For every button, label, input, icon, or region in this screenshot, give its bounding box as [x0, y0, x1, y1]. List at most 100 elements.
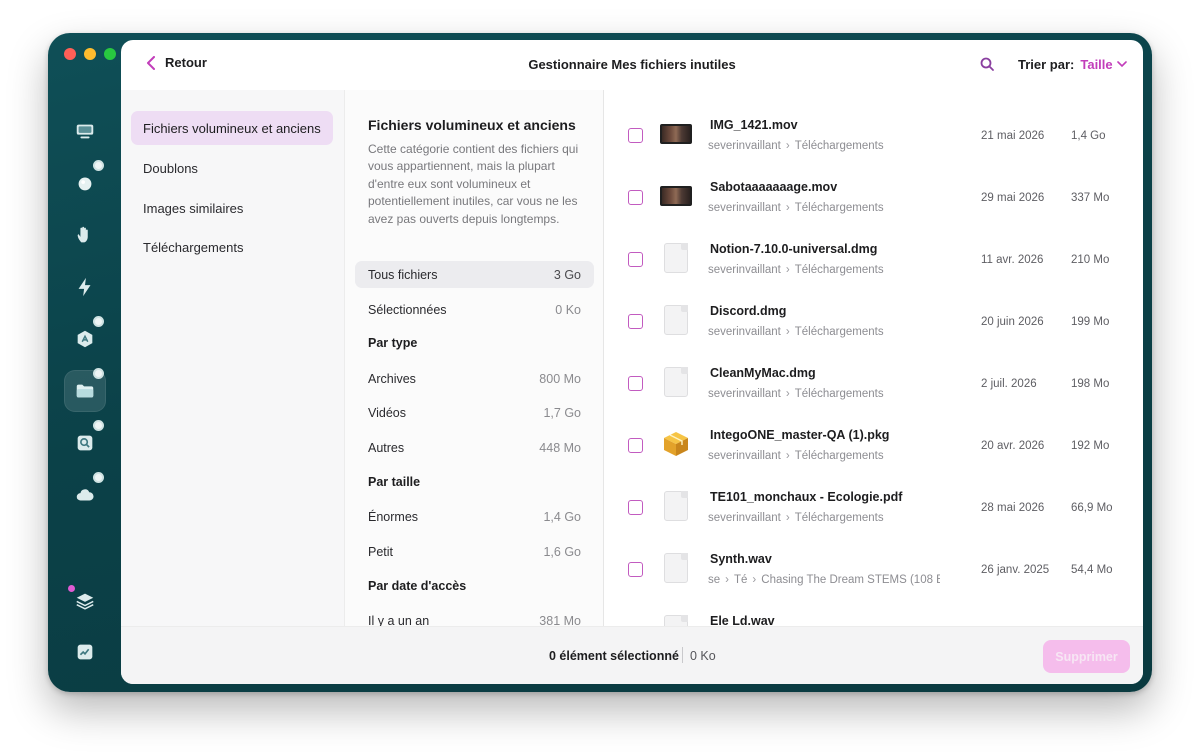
delete-button[interactable]: Supprimer [1043, 640, 1130, 673]
filter-heading-access: Par date d'accès [368, 579, 467, 593]
filter-heading-type: Par type [368, 336, 418, 350]
file-list: IMG_1421.mov severinvaillant › Téléchargem… [605, 90, 1143, 626]
disk-image-icon [659, 241, 693, 275]
package-icon [659, 427, 693, 461]
filter-selected[interactable]: Sélectionnées 0 Ko [355, 296, 594, 323]
file-folder: Téléchargements [794, 388, 884, 400]
file-row[interactable]: Discord.dmg severinvaillant › Téléchargeme… [605, 276, 1143, 338]
file-size: 337 Mo [1071, 192, 1110, 204]
file-checkbox[interactable] [628, 252, 643, 267]
filter-all-files[interactable]: Tous fichiers 3 Go [355, 261, 594, 288]
audio-file-icon [659, 551, 693, 585]
category-label: Fichiers volumineux et anciens [143, 120, 321, 136]
file-folder: Té [734, 574, 748, 586]
filter-value: 1,7 Go [543, 405, 581, 420]
file-date: 20 juin 2026 [981, 316, 1044, 328]
bubble-icon [78, 177, 92, 191]
app-store-icon [77, 330, 93, 348]
file-path: severinvaillant › Téléchargements [708, 140, 884, 152]
nav-cleanup[interactable] [64, 160, 106, 204]
sort-control[interactable]: Trier par: Taille [1018, 57, 1127, 72]
category-duplicates[interactable]: Doublons [131, 151, 333, 185]
category-large-old-files[interactable]: Fichiers volumineux et anciens [131, 111, 333, 145]
file-checkbox[interactable] [628, 128, 643, 143]
nav-smart-care[interactable] [64, 110, 106, 152]
sort-label: Trier par: [1018, 57, 1075, 72]
file-row[interactable]: Notion-7.10.0-universal.dmg severinvaill… [605, 214, 1143, 276]
monitor-icon [76, 124, 94, 139]
file-checkbox[interactable] [628, 438, 643, 453]
filter-small[interactable]: Petit 1,6 Go [355, 538, 594, 565]
filter-value: 3 Go [553, 267, 581, 282]
file-checkbox[interactable] [628, 190, 643, 205]
file-user: severinvaillant [708, 450, 781, 462]
filter-videos[interactable]: Vidéos 1,7 Go [355, 399, 594, 426]
filter-huge[interactable]: Énormes 1,4 Go [355, 503, 594, 530]
nav-protection[interactable] [64, 214, 106, 256]
file-row[interactable]: Synth.wav se › Té › Chasing The Dream STEMS … [605, 524, 1143, 586]
file-checkbox[interactable] [628, 314, 643, 329]
nav-menu-app[interactable] [64, 631, 106, 673]
file-path: severinvaillant › Téléchargements [708, 450, 884, 462]
file-path: severinvaillant › Téléchargements [708, 326, 884, 338]
main-panel: Retour Gestionnaire Mes fichiers inutile… [121, 40, 1143, 684]
file-folder: Téléchargements [794, 202, 884, 214]
filter-others[interactable]: Autres 448 Mo [355, 434, 594, 461]
file-size: 66,9 Mo [1071, 502, 1113, 514]
disk-image-icon [659, 365, 693, 399]
file-row[interactable]: CleanMyMac.dmg severinvaillant › Télécharg… [605, 338, 1143, 400]
category-label: Doublons [143, 160, 198, 176]
file-name: Discord.dmg [710, 304, 787, 318]
disk-image-icon [659, 303, 693, 337]
file-row[interactable]: Ele Ld.wav [605, 586, 1143, 626]
audio-file-icon [659, 613, 693, 626]
category-downloads[interactable]: Téléchargements [131, 230, 333, 264]
nav-assistant[interactable] [64, 580, 106, 622]
file-checkbox[interactable] [628, 376, 643, 391]
file-name: Sabotaaaaaaage.mov [710, 180, 838, 194]
file-size: 199 Mo [1071, 316, 1110, 328]
file-path: severinvaillant › Téléchargements [708, 202, 884, 214]
magnifier-disk-icon [77, 435, 93, 451]
file-name: CleanMyMac.dmg [710, 366, 816, 380]
file-name: Notion-7.10.0-universal.dmg [710, 242, 878, 256]
file-row[interactable]: IntegoONE_master-QA (1).pkg severinvaill… [605, 400, 1143, 462]
file-path: severinvaillant › Téléchargements [708, 264, 884, 276]
selection-bar: 0 élément sélectionné 0 Ko Supprimer [121, 626, 1143, 684]
file-row[interactable]: Sabotaaaaaaage.mov severinvaillant › Téléc… [605, 152, 1143, 214]
file-user: se [708, 574, 721, 586]
filter-one-year-ago[interactable]: Il y a un an 381 Mo [355, 607, 594, 627]
file-checkbox[interactable] [628, 562, 643, 577]
file-name: TE101_monchaux - Ecologie.pdf [710, 490, 903, 504]
folder-icon [76, 384, 94, 398]
nav-my-clutter[interactable] [64, 368, 106, 412]
file-checkbox[interactable] [628, 500, 643, 515]
nav-applications-badge [93, 316, 104, 327]
file-row[interactable]: TE101_monchaux - Ecologie.pdf severinvai… [605, 462, 1143, 524]
filter-value: 1,4 Go [543, 509, 581, 524]
nav-cloud-cleanup[interactable] [64, 472, 106, 516]
file-subfolder: Chasing The Dream STEMS (108 B [761, 574, 940, 586]
filter-value: 381 Mo [539, 613, 581, 627]
nav-space-lens[interactable] [64, 420, 106, 464]
nav-performance[interactable] [64, 266, 106, 308]
file-size: 210 Mo [1071, 254, 1110, 266]
video-thumbnail-icon [659, 117, 693, 151]
nav-applications[interactable] [64, 316, 106, 360]
search-icon[interactable] [979, 56, 995, 72]
category-list: Fichiers volumineux et anciens Doublons … [121, 90, 344, 626]
selection-divider [682, 647, 683, 663]
file-folder: Téléchargements [794, 264, 884, 276]
cloud-icon [76, 489, 94, 501]
file-date: 26 janv. 2025 [981, 564, 1050, 576]
filter-label: Autres [368, 440, 405, 455]
file-date: 29 mai 2026 [981, 192, 1045, 204]
chevron-down-icon [1116, 61, 1127, 68]
file-size: 54,4 Mo [1071, 564, 1113, 576]
sort-value[interactable]: Taille [1080, 57, 1112, 72]
category-similar-images[interactable]: Images similaires [131, 191, 333, 225]
file-name: Synth.wav [710, 552, 772, 566]
file-row[interactable]: IMG_1421.mov severinvaillant › Téléchargem… [605, 90, 1143, 152]
filter-archives[interactable]: Archives 800 Mo [355, 365, 594, 392]
video-thumbnail-icon [659, 179, 693, 213]
